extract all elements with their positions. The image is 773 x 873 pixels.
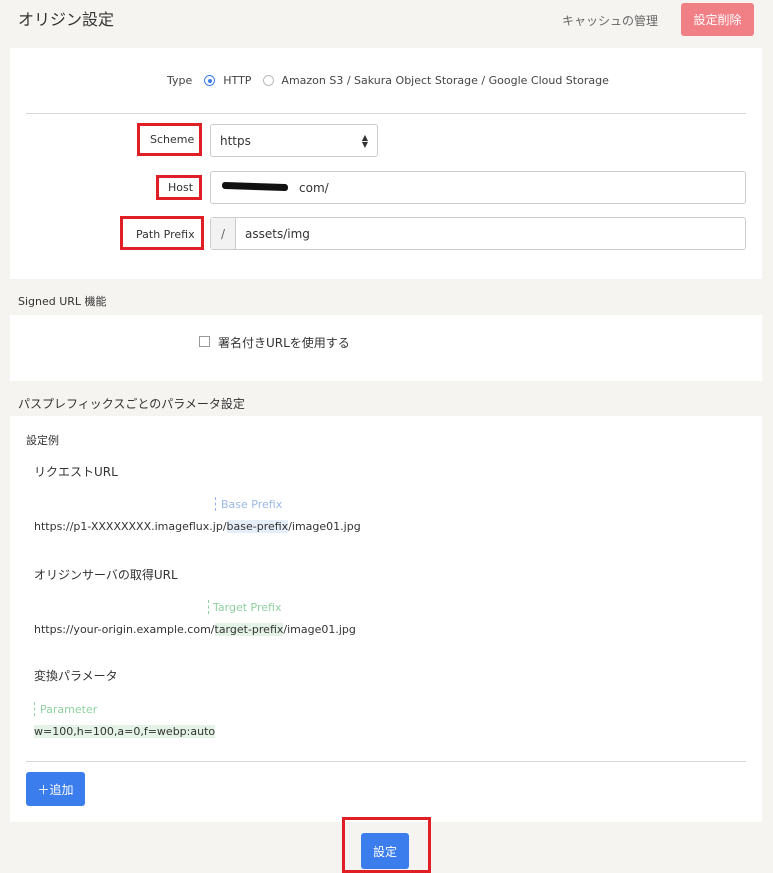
origin-url-example: https://your-origin.example.com/target-p…	[34, 623, 356, 636]
path-prefix-value: assets/img	[245, 226, 310, 241]
signed-url-section-title: Signed URL 機能	[18, 295, 107, 308]
parameter-value: w=100,h=100,a=0,f=webp:auto	[34, 725, 216, 738]
request-url-title: リクエストURL	[34, 465, 118, 479]
type-http-label[interactable]: HTTP	[223, 74, 251, 87]
path-prefix-label: Path Prefix	[136, 228, 195, 241]
type-object-storage-label[interactable]: Amazon S3 / Sakura Object Storage / Goog…	[281, 74, 608, 87]
delete-settings-button[interactable]: 設定削除	[681, 3, 754, 36]
add-param-button[interactable]: ＋追加	[26, 772, 85, 806]
signed-url-checkbox[interactable]	[199, 336, 210, 347]
request-url-file: /image01.jpg	[288, 520, 361, 533]
scheme-label: Scheme	[150, 133, 195, 146]
path-prefix-input[interactable]: / assets/img	[210, 217, 746, 250]
origin-url-title: オリジンサーバの取得URL	[34, 568, 178, 582]
request-url-example: https://p1-XXXXXXXX.imageflux.jp/base-pr…	[34, 520, 361, 533]
target-prefix-marker	[208, 600, 209, 614]
type-object-storage-radio[interactable]	[263, 75, 275, 86]
transform-params-title: 変換パラメータ	[34, 669, 118, 683]
origin-url-prefix: target-prefix	[214, 623, 284, 636]
parameter-label: Parameter	[40, 703, 98, 716]
type-label: Type	[167, 74, 193, 87]
page-title: オリジン設定	[18, 10, 115, 29]
origin-url-base: https://your-origin.example.com/	[34, 623, 215, 636]
host-input-value: com/	[299, 180, 329, 195]
host-input[interactable]: com/	[210, 171, 746, 204]
path-prefix-slash: /	[211, 218, 236, 249]
type-row: Type HTTP Amazon S3 / Sakura Object Stor…	[167, 74, 609, 87]
origin-url-file: /image01.jpg	[283, 623, 356, 636]
divider	[26, 113, 746, 114]
request-url-prefix: base-prefix	[226, 520, 289, 533]
submit-button[interactable]: 設定	[361, 833, 409, 869]
select-arrows-icon: ▲ ▼	[361, 133, 368, 149]
params-divider	[26, 761, 746, 762]
base-prefix-marker	[215, 497, 216, 511]
host-label: Host	[168, 181, 194, 194]
type-http-radio[interactable]	[204, 75, 216, 86]
parameter-marker	[34, 702, 35, 716]
scheme-select[interactable]: https ▲ ▼	[210, 124, 378, 157]
params-section-title: パスプレフィックスごとのパラメータ設定	[18, 397, 245, 411]
cache-management-link[interactable]: キャッシュの管理	[562, 12, 658, 29]
request-url-base: https://p1-XXXXXXXX.imageflux.jp/	[34, 520, 227, 533]
scheme-select-value: https	[220, 133, 251, 148]
signed-url-panel	[10, 315, 762, 381]
signed-url-checkbox-label[interactable]: 署名付きURLを使用する	[218, 334, 350, 351]
base-prefix-label: Base Prefix	[221, 498, 283, 511]
target-prefix-label: Target Prefix	[213, 601, 282, 614]
example-title: 設定例	[26, 434, 59, 447]
